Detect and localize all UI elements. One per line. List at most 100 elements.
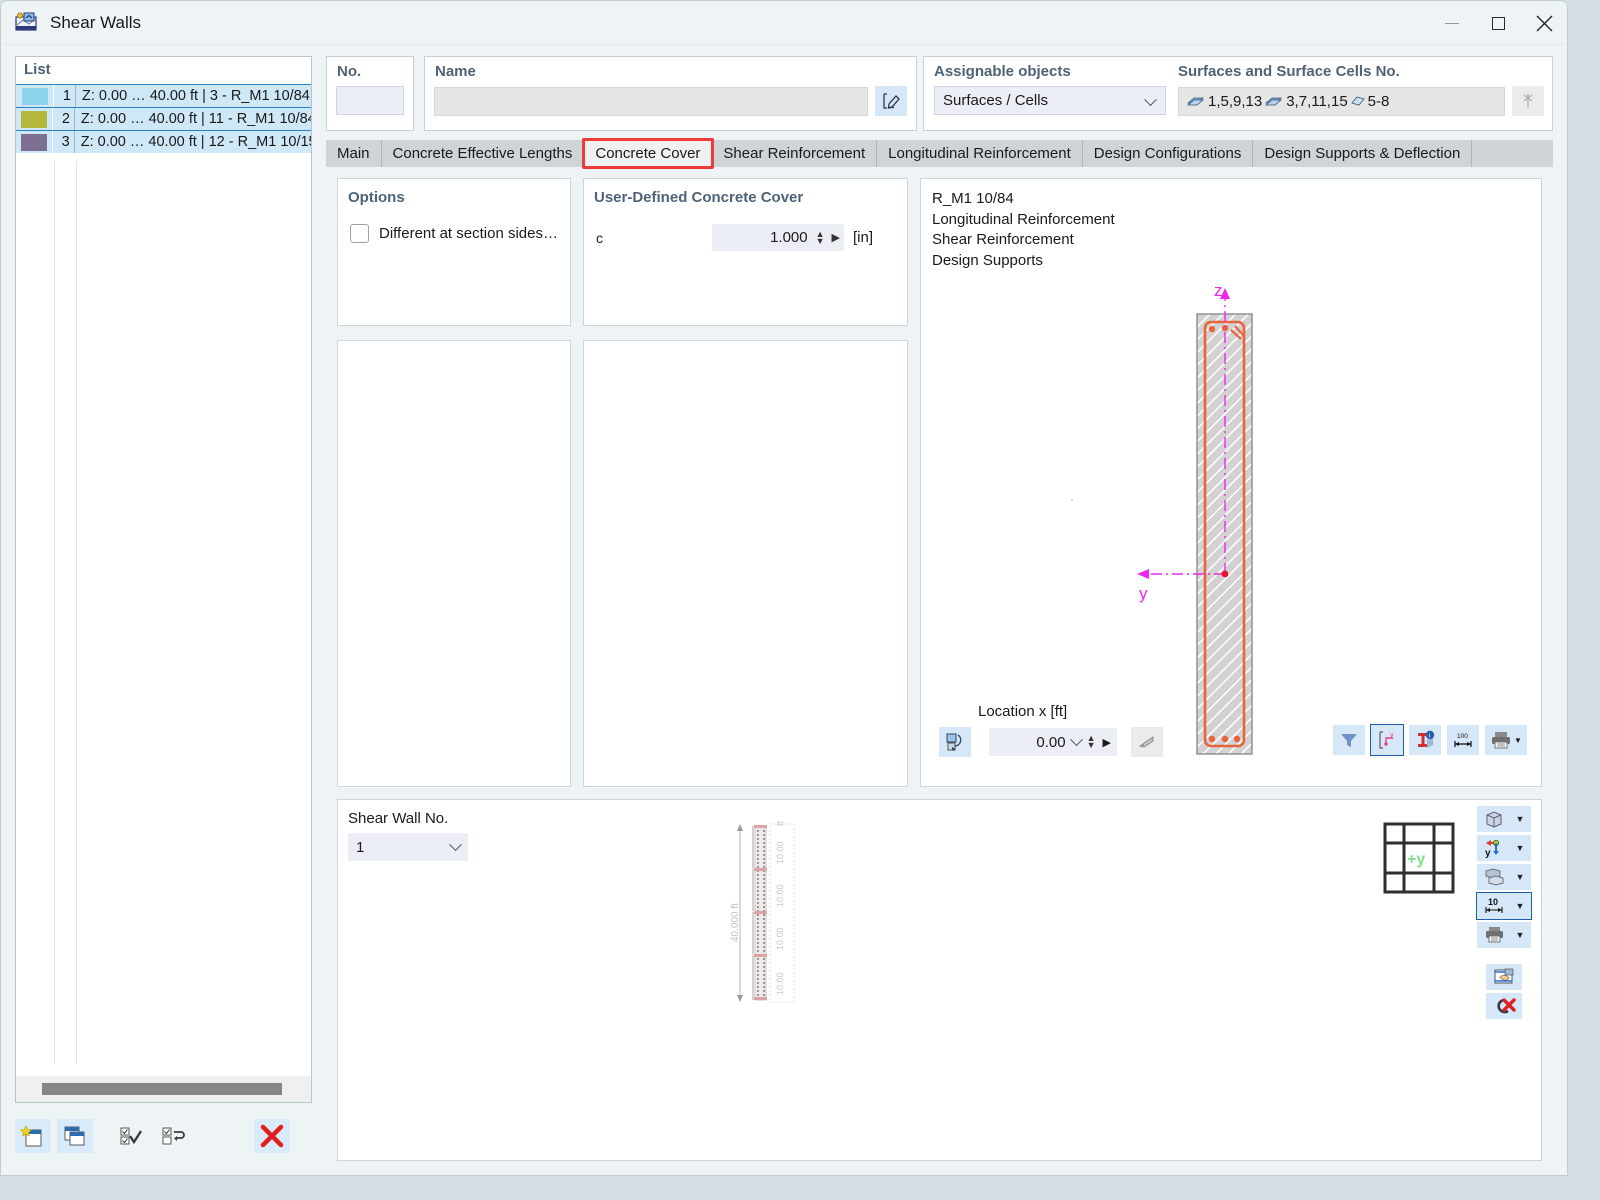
chevron-down-icon[interactable]: ▼: [1511, 814, 1529, 824]
surfaces-input[interactable]: 1,5,9,13 3,7,11,15 5-8: [1178, 86, 1505, 116]
list-item-label: Z: 0.00 … 40.00 ft | 3 - R_M1 10/84: [82, 88, 310, 104]
cover-value: 1.000: [770, 229, 808, 246]
location-x-input[interactable]: 0.00 ▲ ▼ ▶: [989, 728, 1117, 756]
maximize-button[interactable]: [1475, 1, 1521, 45]
no-box: No.: [326, 56, 414, 131]
tab-design-supports-deflection[interactable]: Design Supports & Deflection: [1253, 140, 1473, 167]
different-at-section-sides-row[interactable]: Different at section sides…: [350, 224, 570, 243]
list-item[interactable]: 3 Z: 0.00 … 40.00 ft | 12 - R_M1 10/15: [16, 130, 311, 153]
shear-walls-icon: [14, 11, 38, 35]
edit-pencil-icon[interactable]: [875, 86, 907, 116]
color-swatch-cell: [16, 131, 54, 153]
chevron-down-icon[interactable]: ▼: [1511, 901, 1529, 911]
rotate-view-icon[interactable]: [939, 727, 971, 757]
list-toolbar: [15, 1113, 312, 1159]
cover-unit: [in]: [853, 229, 874, 246]
tab-concrete-effective-lengths[interactable]: Concrete Effective Lengths: [381, 140, 585, 167]
list-item-label: Z: 0.00 … 40.00 ft | 11 - R_M1 10/84: [80, 111, 311, 127]
assignable-objects-box: Assignable objects Surfaces / Cells Surf…: [923, 56, 1553, 131]
printer-icon: [1477, 925, 1511, 945]
tab-longitudinal-reinforcement[interactable]: Longitudinal Reinforcement: [877, 140, 1083, 167]
no-input[interactable]: [336, 86, 404, 115]
view-3d-button[interactable]: ▼: [1477, 806, 1531, 832]
color-swatch-cell: [16, 85, 54, 107]
delete-item-button[interactable]: [254, 1119, 290, 1153]
color-swatch: [21, 133, 48, 151]
cover-symbol: c: [596, 229, 603, 246]
tab-main[interactable]: Main: [326, 140, 382, 167]
spinner-arrows-icon[interactable]: ▲ ▼: [1087, 734, 1096, 750]
invert-selection-button[interactable]: [155, 1119, 191, 1153]
options-panel: Options Different at section sides…: [337, 178, 571, 326]
scrollbar-thumb[interactable]: [42, 1083, 282, 1095]
surfaces-group-1: 1,5,9,13: [1208, 92, 1263, 110]
shear-wall-no-label: Shear Wall No.: [348, 810, 449, 827]
window-title: Shear Walls: [50, 12, 142, 32]
dimension-100-icon[interactable]: 100: [1447, 725, 1479, 755]
wall-elevation-drawing[interactable]: 40.000 ft 10.00 10.00 10.00 10.00 ft: [728, 812, 818, 1016]
elevation-panel: Shear Wall No. 1 40.000 ft 10.00 10.00 1…: [337, 799, 1542, 1161]
chevron-down-icon[interactable]: ▼: [1511, 843, 1529, 853]
different-at-section-sides-checkbox[interactable]: [350, 224, 369, 243]
shear-wall-no-select[interactable]: 1: [348, 833, 468, 861]
location-x-value: 0.00: [1036, 733, 1066, 751]
cover-panel-lower: [583, 340, 908, 787]
svg-text:y: y: [1485, 848, 1491, 858]
copy-item-button[interactable]: [57, 1119, 93, 1153]
list-item-label: Z: 0.00 … 40.00 ft | 12 - R_M1 10/15: [80, 134, 311, 150]
list-empty-area[interactable]: [16, 161, 311, 1064]
display-settings-button[interactable]: [1486, 964, 1522, 990]
chevron-down-icon[interactable]: ▼: [1511, 872, 1529, 882]
cover-value-row: c 1.000 ▲ ▼ ▶ [in]: [596, 224, 907, 251]
select-all-button[interactable]: [113, 1119, 149, 1153]
pick-tool-icon[interactable]: [1512, 86, 1544, 116]
segment-label-1: 10.00: [775, 841, 785, 864]
cone-icon[interactable]: [1131, 727, 1163, 757]
axes-yz-icon[interactable]: y: [1370, 724, 1404, 756]
location-expand-icon[interactable]: ▶: [1103, 736, 1111, 749]
funnel-icon[interactable]: [1333, 725, 1365, 755]
color-swatch: [21, 87, 48, 105]
list-item[interactable]: 1 Z: 0.00 … 40.00 ft | 3 - R_M1 10/84: [16, 84, 311, 107]
minimize-button[interactable]: [1429, 1, 1475, 45]
scale-button[interactable]: 10 ▼: [1476, 892, 1532, 920]
chevron-down-icon[interactable]: ▼: [1514, 736, 1522, 745]
cover-title: User-Defined Concrete Cover: [594, 189, 804, 206]
list-horizontal-scrollbar[interactable]: [16, 1076, 311, 1102]
shear-walls-window: Shear Walls List 1 Z: 0.00 … 40.00 ft | …: [0, 0, 1568, 1176]
view-direction-button[interactable]: y ▼: [1477, 835, 1531, 861]
spinner-arrows-icon[interactable]: ▲ ▼: [816, 229, 825, 245]
surfaces-label: Surfaces and Surface Cells No.: [1178, 63, 1400, 80]
list-item[interactable]: 2 Z: 0.00 … 40.00 ft | 11 - R_M1 10/84: [16, 107, 311, 130]
options-title: Options: [348, 189, 405, 206]
print-button[interactable]: ▼: [1485, 725, 1527, 755]
chevron-down-icon: [1146, 94, 1155, 111]
name-box: Name: [424, 56, 917, 131]
svg-text:i: i: [1429, 733, 1430, 740]
tab-concrete-cover[interactable]: Concrete Cover: [584, 140, 713, 167]
chevron-down-icon[interactable]: ▼: [1511, 930, 1529, 940]
cover-expand-icon[interactable]: ▶: [832, 231, 840, 244]
segment-label-2: 10.00: [775, 884, 785, 907]
section-preview-panel: R_M1 10/84 Longitudinal Reinforcement Sh…: [920, 178, 1542, 787]
section-legend: R_M1 10/84 Longitudinal Reinforcement Sh…: [932, 189, 1115, 271]
chevron-down-icon[interactable]: [1072, 734, 1081, 751]
tab-design-configurations[interactable]: Design Configurations: [1082, 140, 1254, 167]
print-view-button[interactable]: ▼: [1477, 922, 1531, 948]
clear-selection-button[interactable]: [1486, 993, 1522, 1019]
name-input[interactable]: [434, 86, 868, 116]
render-mode-button[interactable]: ▼: [1477, 864, 1531, 890]
tab-shear-reinforcement[interactable]: Shear Reinforcement: [712, 140, 878, 167]
i-beam-info-icon[interactable]: i: [1409, 725, 1441, 755]
segment-label-4: 10.00: [775, 972, 785, 995]
location-x-label: Location x [ft]: [978, 703, 1068, 720]
cover-value-input[interactable]: 1.000 ▲ ▼ ▶: [712, 224, 844, 251]
assignable-objects-select[interactable]: Surfaces / Cells: [934, 86, 1166, 115]
axis-y-icon: y: [1477, 838, 1511, 858]
cube-icon: [1477, 809, 1511, 829]
new-item-button[interactable]: [15, 1119, 51, 1153]
list-item-number: 1: [54, 85, 76, 107]
close-button[interactable]: [1521, 1, 1567, 45]
grid-navigator-icon[interactable]: +y: [1383, 822, 1455, 898]
color-swatch: [21, 110, 48, 128]
